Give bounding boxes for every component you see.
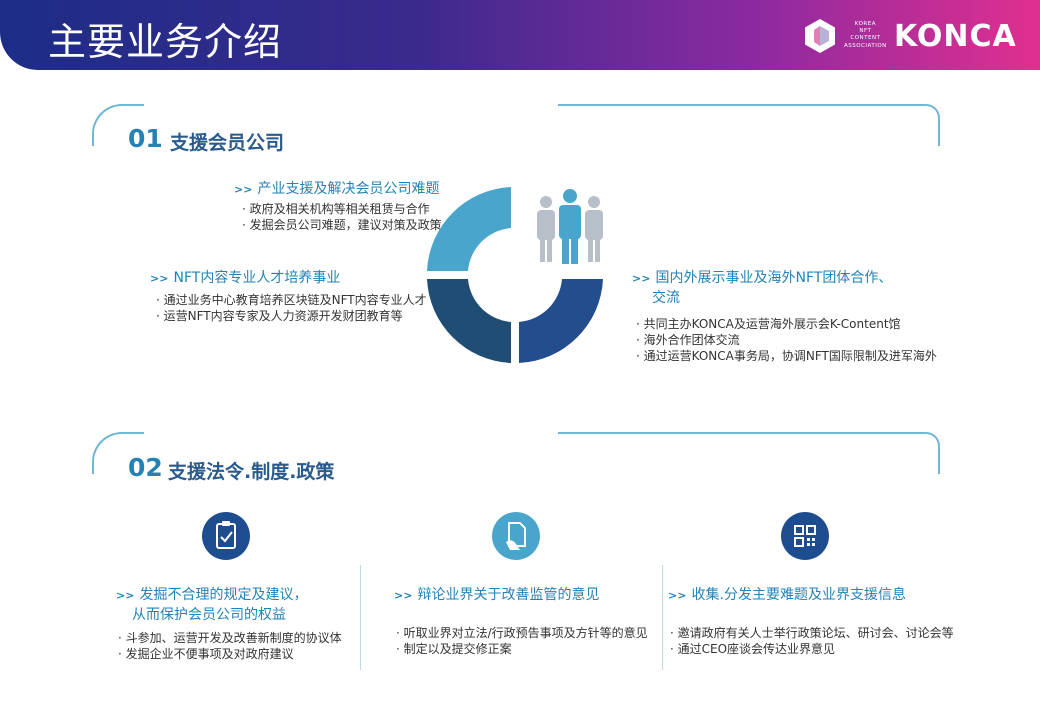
- column-heading: 辩论业界关于改善监管的意见: [417, 587, 600, 603]
- arrow-marker: >>: [632, 272, 651, 285]
- header-banner: 主要业务介绍 KOREA NFT CONTENT ASSOCIATION KON…: [0, 0, 1040, 70]
- column-heading: 收集.分发主要难题及业界支援信息: [691, 587, 906, 603]
- section2-column-regulation: >> 发掘不合理的规定及建议， 从而保护会员公司的权益 · 斗参加、运营开发及改…: [116, 587, 342, 661]
- donut-segment-bottom-left: [427, 279, 511, 363]
- section1-frame-right: [558, 104, 940, 146]
- block-heading: 国内外展示事业及海外NFT团体合作、: [655, 270, 893, 286]
- arrow-marker: >>: [234, 183, 253, 196]
- konca-logo-icon: [805, 19, 835, 53]
- section2-title: 支援法令.制度.政策: [168, 461, 335, 483]
- page-title: 主要业务介绍: [48, 20, 283, 64]
- logo-wordmark: KONCA: [894, 19, 1017, 54]
- block-heading: NFT内容专业人才培养事业: [173, 270, 341, 286]
- section1-block-overseas: >> 国内外展示事业及海外NFT团体合作、 交流 · 共同主办KONCA及运营海…: [632, 270, 937, 363]
- column-heading-line2: 从而保护会员公司的权益: [132, 607, 286, 623]
- logo-association-text: KOREA NFT CONTENT ASSOCIATION: [844, 21, 887, 49]
- arrow-marker: >>: [116, 589, 135, 602]
- qr-grid-icon: [781, 512, 829, 560]
- section2-column-debate: >> 辩论业界关于改善监管的意见 · 听取业界对立法/行政预告事项及方针等的意见…: [394, 587, 648, 656]
- column-divider: [360, 565, 361, 670]
- block-heading-line2: 交流: [652, 290, 680, 306]
- column-divider: [662, 565, 663, 670]
- block-heading: 产业支援及解决会员公司难题: [257, 181, 440, 197]
- section1-block-industry: >> 产业支援及解决会员公司难题 · 政府及相关机构等相关租赁与合作 · 发掘会…: [234, 181, 442, 232]
- donut-segment-bottom-right: [519, 279, 603, 363]
- arrow-marker: >>: [668, 589, 687, 602]
- section2-column-info: >> 收集.分发主要难题及业界支援信息 · 邀请政府有关人士举行政策论坛、研讨会…: [668, 587, 954, 656]
- section1-block-talent: >> NFT内容专业人才培养事业 · 通过业务中心教育培养区块链及NFT内容专业…: [150, 270, 427, 323]
- section1-title: 支援会员公司: [170, 132, 285, 154]
- section1-number: 01: [128, 124, 163, 153]
- document-hand-icon: [492, 512, 540, 560]
- people-group-icon: [537, 189, 603, 264]
- section2-number: 02: [128, 453, 163, 482]
- clipboard-check-icon: [202, 512, 250, 560]
- donut-segment-top-left: [427, 187, 511, 271]
- arrow-marker: >>: [394, 589, 413, 602]
- arrow-marker: >>: [150, 272, 169, 285]
- column-heading: 发掘不合理的规定及建议，: [139, 587, 308, 603]
- section2-frame-right: [558, 432, 940, 474]
